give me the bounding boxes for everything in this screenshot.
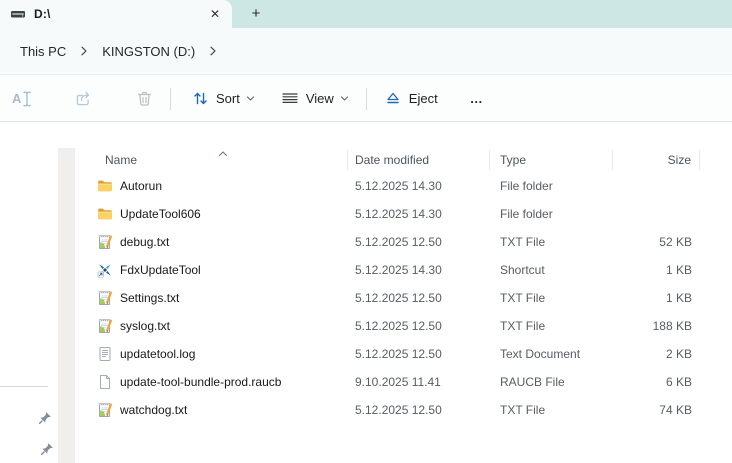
file-date-modified: 9.10.2025 11.41 bbox=[355, 375, 441, 389]
file-type: Shortcut bbox=[500, 263, 545, 277]
share-button bbox=[66, 84, 101, 114]
file-row[interactable]: FdxUpdateTool 5.12.2025 14.30 Shortcut 1… bbox=[85, 256, 732, 284]
eject-button[interactable]: Eject bbox=[376, 84, 446, 113]
sort-ascending-icon bbox=[218, 145, 228, 163]
trash-icon bbox=[136, 90, 153, 108]
column-header-type[interactable]: Type bbox=[490, 150, 613, 170]
file-name: UpdateTool606 bbox=[120, 207, 201, 221]
file-name: Autorun bbox=[120, 179, 163, 193]
tab-drive-d[interactable]: D:\ ✕ bbox=[0, 0, 232, 28]
chevron-right-icon[interactable] bbox=[209, 46, 217, 56]
file-date-modified: 5.12.2025 14.30 bbox=[355, 179, 442, 193]
file-size: 188 KB bbox=[652, 319, 692, 333]
file-type: File folder bbox=[500, 207, 553, 221]
tab-close-icon[interactable]: ✕ bbox=[206, 5, 224, 23]
txt-icon bbox=[97, 402, 113, 418]
pin-icon bbox=[37, 410, 53, 426]
delete-button bbox=[128, 84, 161, 114]
chevron-down-icon bbox=[340, 94, 349, 103]
sort-label: Sort bbox=[216, 91, 240, 106]
view-label: View bbox=[305, 91, 334, 106]
file-date-modified: 5.12.2025 12.50 bbox=[355, 235, 442, 249]
folder-icon bbox=[97, 206, 113, 222]
file-name: syslog.txt bbox=[120, 319, 171, 333]
file-date-modified: 5.12.2025 14.30 bbox=[355, 207, 442, 221]
log-icon bbox=[97, 346, 113, 362]
file-row[interactable]: Autorun 5.12.2025 14.30 File folder bbox=[85, 172, 732, 200]
file-size: 1 KB bbox=[665, 291, 692, 305]
file-size: 6 KB bbox=[665, 375, 692, 389]
file-date-modified: 5.12.2025 12.50 bbox=[355, 347, 442, 361]
more-icon: … bbox=[469, 91, 484, 106]
file-type: RAUCB File bbox=[500, 375, 565, 389]
file-name: updatetool.log bbox=[120, 347, 196, 361]
file-size: 74 KB bbox=[659, 403, 692, 417]
tab-bar: D:\ ✕ + bbox=[0, 0, 732, 28]
file-type: File folder bbox=[500, 179, 553, 193]
new-tab-icon[interactable]: + bbox=[246, 5, 266, 23]
sort-arrows-icon bbox=[192, 90, 209, 107]
chevron-down-icon bbox=[246, 94, 255, 103]
toolbar-separator bbox=[170, 87, 171, 110]
folder-icon bbox=[97, 178, 113, 194]
breadcrumb-this-pc[interactable]: This PC bbox=[14, 40, 72, 63]
file-row[interactable]: debug.txt 5.12.2025 12.50 TXT File 52 KB bbox=[85, 228, 732, 256]
eject-icon bbox=[384, 90, 402, 107]
file-row[interactable]: update-tool-bundle-prod.raucb 9.10.2025 … bbox=[85, 368, 732, 396]
file-date-modified: 5.12.2025 14.30 bbox=[355, 263, 442, 277]
file-name: update-tool-bundle-prod.raucb bbox=[120, 375, 282, 389]
content-area: Name Date modified Type Size Autorun 5.1… bbox=[0, 122, 732, 463]
file-date-modified: 5.12.2025 12.50 bbox=[355, 291, 442, 305]
file-row[interactable]: updatetool.log 5.12.2025 12.50 Text Docu… bbox=[85, 340, 732, 368]
chevron-right-icon[interactable] bbox=[80, 46, 88, 56]
file-row[interactable]: watchdog.txt 5.12.2025 12.50 TXT File 74… bbox=[85, 396, 732, 424]
file-type: TXT File bbox=[500, 291, 546, 305]
file-type: TXT File bbox=[500, 403, 546, 417]
txt-icon bbox=[97, 234, 113, 250]
file-name: Settings.txt bbox=[120, 291, 180, 305]
file-row[interactable]: Settings.txt 5.12.2025 12.50 TXT File 1 … bbox=[85, 284, 732, 312]
column-header-size[interactable]: Size bbox=[613, 150, 700, 170]
toolbar-separator bbox=[365, 87, 367, 110]
column-header-row: Name Date modified Type Size bbox=[85, 148, 732, 172]
file-date-modified: 5.12.2025 12.50 bbox=[355, 319, 442, 333]
file-rows: Autorun 5.12.2025 14.30 File folder Upda… bbox=[85, 172, 732, 424]
file-type: TXT File bbox=[500, 235, 546, 249]
file-row[interactable]: UpdateTool606 5.12.2025 14.30 File folde… bbox=[85, 200, 732, 228]
file-name: watchdog.txt bbox=[120, 403, 188, 417]
share-icon bbox=[74, 90, 93, 108]
address-bar: This PC KINGSTON (D:) bbox=[0, 28, 732, 75]
file-type: Text Document bbox=[500, 347, 581, 361]
rename-button: A bbox=[4, 84, 39, 114]
drive-icon bbox=[10, 6, 26, 22]
txt-icon bbox=[97, 290, 113, 306]
file-row[interactable]: syslog.txt 5.12.2025 12.50 TXT File 188 … bbox=[85, 312, 732, 340]
file-list: Name Date modified Type Size Autorun 5.1… bbox=[85, 148, 732, 424]
file-name: FdxUpdateTool bbox=[120, 263, 201, 277]
column-header-date-modified[interactable]: Date modified bbox=[348, 150, 490, 170]
shortcut-icon bbox=[97, 262, 113, 278]
column-header-filler bbox=[700, 150, 732, 170]
file-size: 1 KB bbox=[665, 263, 692, 277]
view-button[interactable]: View bbox=[273, 84, 357, 113]
column-header-name[interactable]: Name bbox=[85, 150, 348, 170]
txt-icon bbox=[97, 318, 113, 334]
command-toolbar: A Sort View Eject … bbox=[0, 76, 732, 122]
file-type: TXT File bbox=[500, 319, 546, 333]
tab-title: D:\ bbox=[34, 7, 51, 21]
file-size: 52 KB bbox=[659, 235, 692, 249]
pin-icon bbox=[39, 441, 55, 457]
file-icon bbox=[97, 374, 113, 390]
breadcrumb-kingston-d[interactable]: KINGSTON (D:) bbox=[96, 40, 201, 63]
sort-button[interactable]: Sort bbox=[184, 84, 263, 113]
navigation-pane-divider bbox=[0, 386, 48, 387]
file-name: debug.txt bbox=[120, 235, 170, 249]
rename-icon: A bbox=[12, 90, 31, 108]
see-more-button[interactable]: … bbox=[462, 85, 492, 112]
eject-label: Eject bbox=[408, 91, 438, 106]
navigation-pane-scrollbar[interactable] bbox=[58, 148, 75, 463]
list-view-icon bbox=[281, 90, 299, 107]
file-size: 2 KB bbox=[665, 347, 692, 361]
file-date-modified: 5.12.2025 12.50 bbox=[355, 403, 442, 417]
